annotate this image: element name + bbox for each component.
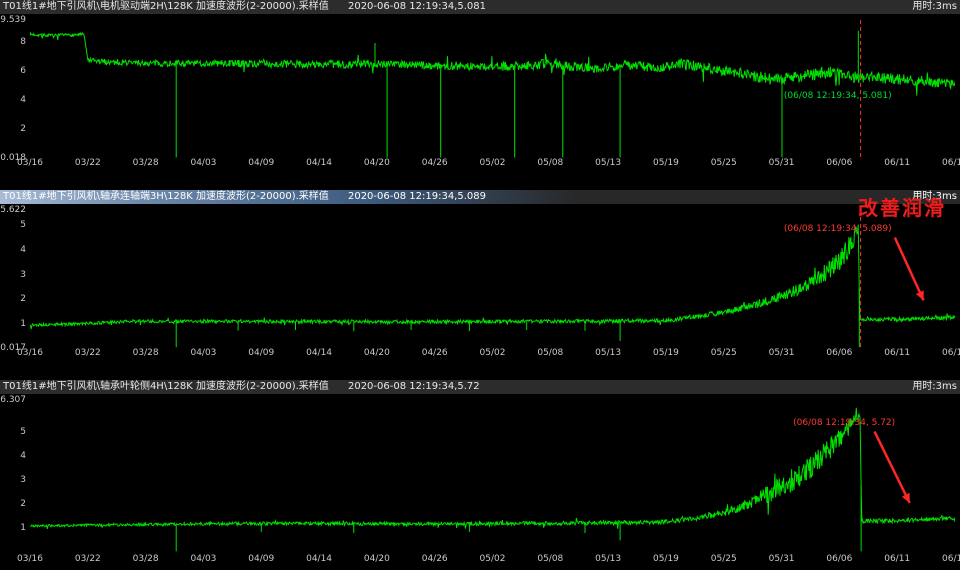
cursor-value-annotation: (06/08 12:19:34, 5.089) (784, 224, 892, 234)
waveform-trace (30, 20, 955, 158)
x-tick-label: 06/11 (884, 348, 910, 358)
x-tick-label: 06/15 (942, 348, 960, 358)
sample-timestamp: 2020-06-08 12:19:34,5.72 (348, 381, 480, 392)
x-axis: 03/16 03/22 03/28 04/03 04/09 04/14 04/20 04/26… (0, 348, 960, 360)
x-tick-label: 05/31 (769, 554, 795, 564)
panel-header[interactable]: T01线1#地下引风机\轴承叶轮侧4H\128K 加速度波形(2-20000).… (0, 380, 960, 394)
waveform-plot[interactable]: (06/08 12:19:34, 5.089) (30, 210, 955, 348)
x-tick-label: 03/16 (17, 348, 43, 358)
y-tick-label: 5 (20, 220, 26, 230)
x-tick-label: 05/13 (595, 554, 621, 564)
x-tick-label: 05/25 (711, 158, 737, 168)
x-tick-label: 04/26 (422, 554, 448, 564)
channel-title: T01线1#地下引风机\轴承连轴端3H\128K 加速度波形(2-20000).… (3, 191, 329, 202)
x-tick-label: 04/26 (422, 158, 448, 168)
y-tick-label: 9.539 (0, 15, 26, 25)
x-tick-label: 05/08 (537, 348, 563, 358)
y-axis: 6.307 5 4 3 2 1 (0, 380, 28, 570)
y-tick-label: 3 (20, 475, 26, 485)
y-tick-label: 1 (20, 523, 26, 533)
y-tick-label: 3 (20, 270, 26, 280)
x-tick-label: 06/06 (826, 554, 852, 564)
vibration-monitor-screen: T01线1#地下引风机\电机驱动端2H\128K 加速度波形(2-20000).… (0, 0, 960, 570)
x-tick-label: 04/03 (190, 158, 216, 168)
elapsed-time: 用时:3ms (912, 0, 957, 14)
panel-bearing-impeller-side-4h: T01线1#地下引风机\轴承叶轮侧4H\128K 加速度波形(2-20000).… (0, 380, 960, 570)
x-tick-label: 03/22 (75, 554, 101, 564)
x-tick-label: 03/22 (75, 348, 101, 358)
x-tick-label: 06/11 (884, 554, 910, 564)
x-tick-label: 04/09 (248, 348, 274, 358)
elapsed-time: 用时:3ms (912, 380, 957, 394)
x-tick-label: 05/08 (537, 554, 563, 564)
y-tick-label: 2 (20, 124, 26, 134)
x-tick-label: 04/26 (422, 348, 448, 358)
x-tick-label: 06/11 (884, 158, 910, 168)
x-tick-label: 03/28 (133, 554, 159, 564)
x-tick-label: 03/28 (133, 348, 159, 358)
y-tick-label: 6 (20, 66, 26, 76)
x-tick-label: 05/31 (769, 158, 795, 168)
x-tick-label: 04/14 (306, 158, 332, 168)
x-tick-label: 05/25 (711, 554, 737, 564)
x-tick-label: 03/22 (75, 158, 101, 168)
panel-header[interactable]: T01线1#地下引风机\电机驱动端2H\128K 加速度波形(2-20000).… (0, 0, 960, 14)
y-tick-label: 4 (20, 245, 26, 255)
y-tick-label: 4 (20, 95, 26, 105)
x-tick-label: 04/09 (248, 554, 274, 564)
x-tick-label: 05/02 (480, 158, 506, 168)
x-tick-label: 05/08 (537, 158, 563, 168)
x-tick-label: 04/09 (248, 158, 274, 168)
x-tick-label: 04/03 (190, 554, 216, 564)
panel-header-selected[interactable]: T01线1#地下引风机\轴承连轴端3H\128K 加速度波形(2-20000).… (0, 190, 960, 204)
x-tick-label: 05/19 (653, 554, 679, 564)
channel-title: T01线1#地下引风机\电机驱动端2H\128K 加速度波形(2-20000).… (3, 1, 329, 12)
x-tick-label: 05/19 (653, 158, 679, 168)
x-tick-label: 05/02 (480, 554, 506, 564)
y-tick-label: 2 (20, 294, 26, 304)
x-tick-label: 05/02 (480, 348, 506, 358)
sample-timestamp: 2020-06-08 12:19:34,5.089 (348, 191, 486, 202)
x-tick-label: 05/13 (595, 158, 621, 168)
x-tick-label: 05/19 (653, 348, 679, 358)
x-tick-label: 05/31 (769, 348, 795, 358)
x-tick-label: 04/20 (364, 554, 390, 564)
x-tick-label: 06/15 (942, 554, 960, 564)
y-tick-label: 5.622 (0, 205, 26, 215)
improve-lubrication-note: 改善润滑 (858, 192, 946, 221)
x-axis: 03/16 03/22 03/28 04/03 04/09 04/14 04/20 04/26… (0, 158, 960, 170)
y-tick-label: 6.307 (0, 395, 26, 405)
x-tick-label: 05/13 (595, 348, 621, 358)
y-tick-label: 5 (20, 427, 26, 437)
x-tick-label: 06/06 (826, 158, 852, 168)
y-tick-label: 1 (20, 319, 26, 329)
x-tick-label: 04/14 (306, 554, 332, 564)
sample-timestamp: 2020-06-08 12:19:34,5.081 (348, 1, 486, 12)
x-tick-label: 06/15 (942, 158, 960, 168)
x-tick-label: 06/06 (826, 348, 852, 358)
y-tick-label: 2 (20, 499, 26, 509)
x-tick-label: 03/16 (17, 554, 43, 564)
x-tick-label: 05/25 (711, 348, 737, 358)
waveform-plot[interactable]: (06/08 12:19:34, 5.081) (30, 20, 955, 158)
x-tick-label: 03/16 (17, 158, 43, 168)
cursor-value-annotation: (06/08 12:19:34, 5.081) (784, 91, 892, 101)
panel-bearing-coupling-end-3h: T01线1#地下引风机\轴承连轴端3H\128K 加速度波形(2-20000).… (0, 190, 960, 380)
y-tick-label: 8 (20, 37, 26, 47)
cursor-value-annotation: (06/08 12:19:34, 5.72) (793, 418, 895, 428)
x-tick-label: 04/03 (190, 348, 216, 358)
x-tick-label: 04/20 (364, 158, 390, 168)
x-axis: 03/16 03/22 03/28 04/03 04/09 04/14 04/20 04/26… (0, 554, 960, 566)
waveform-plot[interactable]: (06/08 12:19:34, 5.72) (30, 400, 955, 552)
x-tick-label: 04/20 (364, 348, 390, 358)
x-tick-label: 04/14 (306, 348, 332, 358)
x-tick-label: 03/28 (133, 158, 159, 168)
panel-motor-drive-end-2h: T01线1#地下引风机\电机驱动端2H\128K 加速度波形(2-20000).… (0, 0, 960, 190)
y-tick-label: 4 (20, 451, 26, 461)
channel-title: T01线1#地下引风机\轴承叶轮侧4H\128K 加速度波形(2-20000).… (3, 381, 329, 392)
